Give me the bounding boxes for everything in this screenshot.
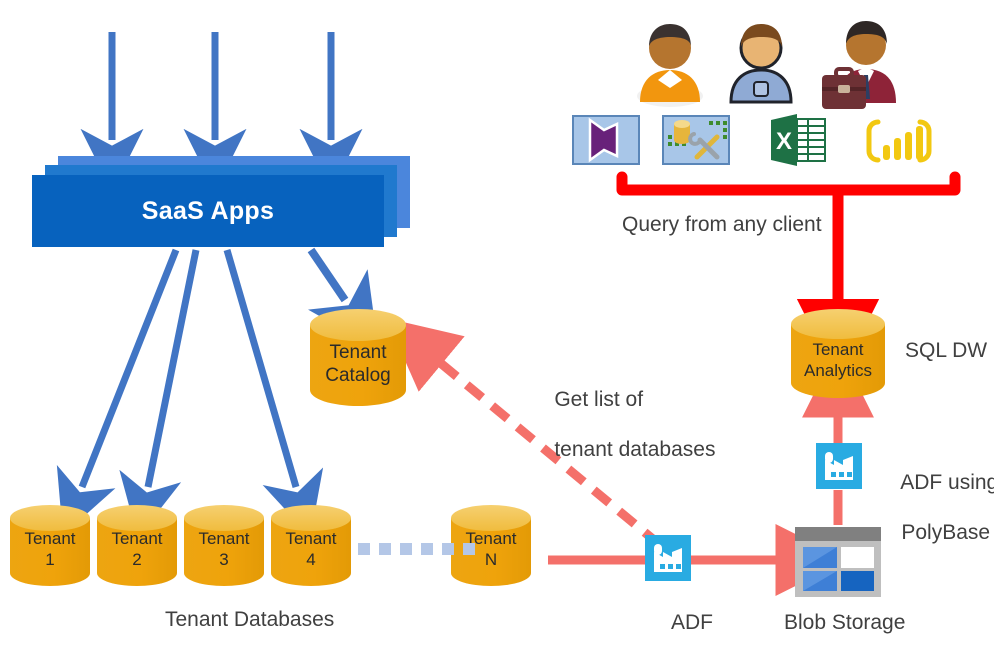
query-from-any-client-label: Query from any client <box>622 213 822 236</box>
query-bracket-arrow <box>616 171 961 382</box>
svg-text:X: X <box>776 128 792 155</box>
tenant-db-4-label: Tenant 4 <box>285 529 337 569</box>
adf-polybase-icon <box>816 443 862 489</box>
tenant-ellipsis-dots <box>358 543 475 555</box>
saas-to-catalog-arrow <box>307 247 379 349</box>
sql-dw-label: SQL DW <box>905 339 988 362</box>
saas-apps-stack[interactable]: SaaS Apps <box>32 143 424 255</box>
tenant-databases-caption: Tenant Databases <box>165 608 335 631</box>
tenant-db-3-label: Tenant 3 <box>198 529 250 569</box>
user-blue-avatar <box>729 24 793 104</box>
tenant-analytics-node[interactable]: Tenant Analytics <box>789 328 887 392</box>
get-list-label: Get list of tenant databases <box>554 388 716 461</box>
tenant-analytics-label: Tenant Analytics <box>803 340 873 380</box>
adf-label: ADF <box>671 611 713 634</box>
visual-studio-icon <box>572 115 640 165</box>
sql-server-tools-icon <box>662 115 730 165</box>
tenant-db-2[interactable]: Tenant 2 <box>97 521 177 577</box>
tenant-db-1-label: Tenant 1 <box>24 529 76 569</box>
tenant-catalog-label: Tenant Catalog <box>325 342 391 386</box>
saas-apps-label: SaaS Apps <box>141 196 275 225</box>
tenant-db-4[interactable]: Tenant 4 <box>271 521 351 577</box>
saas-to-tenant-arrows <box>56 248 324 538</box>
tenant-db-3[interactable]: Tenant 3 <box>184 521 264 577</box>
excel-icon: X <box>771 114 826 166</box>
adf-polybase-label: ADF using PolyBase <box>900 471 994 544</box>
tenant-db-1[interactable]: Tenant 1 <box>10 521 90 577</box>
blob-storage-label: Blob Storage <box>784 611 906 634</box>
tenant-db-2-label: Tenant 2 <box>111 529 163 569</box>
tenant-catalog-node[interactable]: Tenant Catalog <box>310 330 406 398</box>
adf-icon <box>645 535 691 581</box>
power-bi-icon <box>866 119 932 163</box>
user-businessman-avatar <box>822 21 896 109</box>
user-orange-avatar <box>637 24 703 107</box>
incoming-traffic-arrows <box>80 32 363 192</box>
blob-storage-icon <box>795 527 881 597</box>
diagram-canvas: X SaaS Apps Tenant Catalog Tenant Analyt… <box>0 0 994 645</box>
